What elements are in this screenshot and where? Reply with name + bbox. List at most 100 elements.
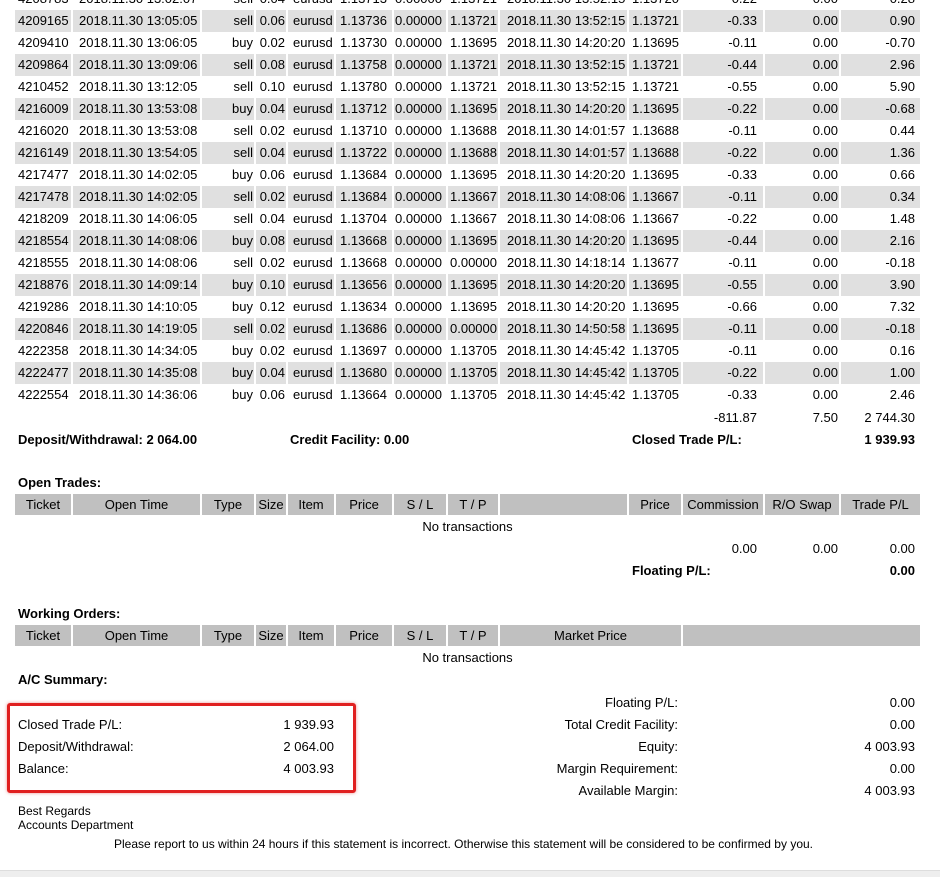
header-ticket: Ticket xyxy=(25,497,61,512)
summary-margin-req-label: Margin Requirement: xyxy=(556,761,678,776)
cell-type: buy xyxy=(232,101,253,116)
cell-profit: 5.90 xyxy=(889,79,915,94)
summary-floating-pl-label: Floating P/L: xyxy=(605,695,678,710)
cell-open-price: 1.13668 xyxy=(340,255,387,270)
footer-department: Accounts Department xyxy=(18,818,134,832)
summary-balance-label: Balance: xyxy=(18,761,69,776)
wo-header-item: Item xyxy=(298,628,324,643)
summary-available-margin-label: Available Margin: xyxy=(578,783,678,798)
cell-item: eurusd xyxy=(293,299,333,314)
cell-item: eurusd xyxy=(293,123,333,138)
cell-open-price: 1.13712 xyxy=(340,101,387,116)
cell-close-price: 1.13695 xyxy=(632,277,679,292)
cell-profit: 1.36 xyxy=(889,145,915,160)
cell-type: buy xyxy=(232,387,253,402)
summary-credit-label: Total Credit Facility: xyxy=(564,717,678,732)
cell-swap: 0.00 xyxy=(812,321,838,336)
cell-swap: 0.00 xyxy=(812,79,838,94)
open-swap-total: 0.00 xyxy=(812,541,838,556)
cell-close-time: 2018.11.30 14:45:42 xyxy=(507,365,626,380)
open-trades-title: Open Trades: xyxy=(18,475,102,490)
table-row: 4209165 2018.11.30 13:05:05 sell 0.06 eurusd… xyxy=(15,10,920,32)
cell-sl: 0.00000 xyxy=(395,101,442,116)
cell-close-time: 2018.11.30 14:20:20 xyxy=(507,233,626,248)
summary-deposit-value: 2 064.00 xyxy=(283,739,334,754)
cell-tp: 1.13667 xyxy=(450,189,497,204)
wo-header-type: Type xyxy=(213,628,243,643)
closed-profit-total: 2 744.30 xyxy=(864,410,915,425)
cell-size: 0.04 xyxy=(259,145,285,160)
cell-type: sell xyxy=(233,13,253,28)
cell-commission: -0.55 xyxy=(727,79,757,94)
cell-tp: 1.13695 xyxy=(450,101,497,116)
cell-size: 0.02 xyxy=(259,35,285,50)
cell-close-price: 1.13705 xyxy=(632,343,679,358)
cell-type: buy xyxy=(232,35,253,50)
cell-ticket: 4217478 xyxy=(18,189,69,204)
cell-size: 0.02 xyxy=(259,343,285,358)
header-commission: Commission xyxy=(687,497,759,512)
cell-swap: 0.00 xyxy=(812,145,838,160)
cell-commission: -0.22 xyxy=(727,101,757,116)
cell-close-time: 2018.11.30 14:20:20 xyxy=(507,277,626,292)
cell-size: 0.04 xyxy=(259,211,285,226)
cell-swap: 0.00 xyxy=(812,233,838,248)
cell-close-time: 2018.11.30 14:20:20 xyxy=(507,35,626,50)
cell-size: 0.02 xyxy=(259,255,285,270)
cell-open-time: 2018.11.30 14:02:05 xyxy=(79,167,198,182)
cell-ticket: 4216020 xyxy=(18,123,69,138)
cell-profit: -0.68 xyxy=(885,101,915,116)
cell-tp: 1.13688 xyxy=(450,123,497,138)
cell-commission: -0.22 xyxy=(727,145,757,160)
cell-sl: 0.00000 xyxy=(395,365,442,380)
cell-size: 0.04 xyxy=(259,365,285,380)
cell-tp: 0.00000 xyxy=(450,255,497,270)
header-type: Type xyxy=(213,497,243,512)
cell-profit: 1.00 xyxy=(889,365,915,380)
cell-profit: 7.32 xyxy=(889,299,915,314)
cell-close-price: 1.13667 xyxy=(632,211,679,226)
cell-close-time: 2018.11.30 14:20:20 xyxy=(507,167,626,182)
cell-commission: -0.44 xyxy=(727,233,757,248)
cell-ticket: 4220846 xyxy=(18,321,69,336)
cell-tp: 1.13667 xyxy=(450,211,497,226)
cell-profit: 0.16 xyxy=(889,343,915,358)
cell-profit: 3.90 xyxy=(889,277,915,292)
cell-tp: 1.13695 xyxy=(450,233,497,248)
wo-header-sl: S / L xyxy=(406,628,434,643)
wo-header-market-price: Market Price xyxy=(554,628,627,643)
cell-open-time: 2018.11.30 14:09:14 xyxy=(79,277,198,292)
cell-item: eurusd xyxy=(293,0,337,10)
cell-open-price: 1.13664 xyxy=(340,387,387,402)
table-row: 4222554 2018.11.30 14:36:06 buy 0.06 eurusd 1… xyxy=(15,384,920,406)
cell-size: 0.06 xyxy=(259,387,285,402)
cell-open-time: 2018.11.30 14:08:06 xyxy=(79,233,198,248)
cell-sl: 0.00000 xyxy=(395,321,442,336)
cell-open-price: 1.13686 xyxy=(340,321,387,336)
cell-sl: 0.00000 xyxy=(395,145,442,160)
cell-sl: 0.00000 xyxy=(395,79,442,94)
cell-open-time: 2018.11.30 13:53:08 xyxy=(79,101,198,116)
cell-close-price: 1.13705 xyxy=(632,387,679,402)
cell-size: 0.04 xyxy=(256,0,285,10)
cell-open-time: 2018.11.30 13:54:05 xyxy=(79,145,198,160)
table-row: 4218554 2018.11.30 14:08:06 buy 0.08 eurusd 1… xyxy=(15,230,920,252)
cell-type: sell xyxy=(233,123,253,138)
cell-close-price: 1.13721 xyxy=(632,79,679,94)
cell-commission: -0.11 xyxy=(728,255,757,270)
cell-open-time: 2018.11.30 14:10:05 xyxy=(79,299,198,314)
cell-close-price: 1.13695 xyxy=(632,299,679,314)
cell-close-price: 1.13695 xyxy=(632,101,679,116)
closed-trade-pl-value: 1 939.93 xyxy=(864,432,915,447)
cell-profit: 2.96 xyxy=(889,57,915,72)
summary-equity-label: Equity: xyxy=(638,739,678,754)
cell-tp: 1.13695 xyxy=(450,167,497,182)
cell-sl: 0.00000 xyxy=(395,189,442,204)
cell-ticket: 4216009 xyxy=(18,101,69,116)
cell-ticket: 4222554 xyxy=(18,387,69,402)
cell-ticket: 4209864 xyxy=(18,57,69,72)
cell-close-time: 2018.11.30 14:08:06 xyxy=(507,211,626,226)
cell-size: 0.06 xyxy=(259,13,285,28)
cell-sl: 0.00000 xyxy=(395,233,442,248)
cell-ticket: 4218209 xyxy=(18,211,69,226)
